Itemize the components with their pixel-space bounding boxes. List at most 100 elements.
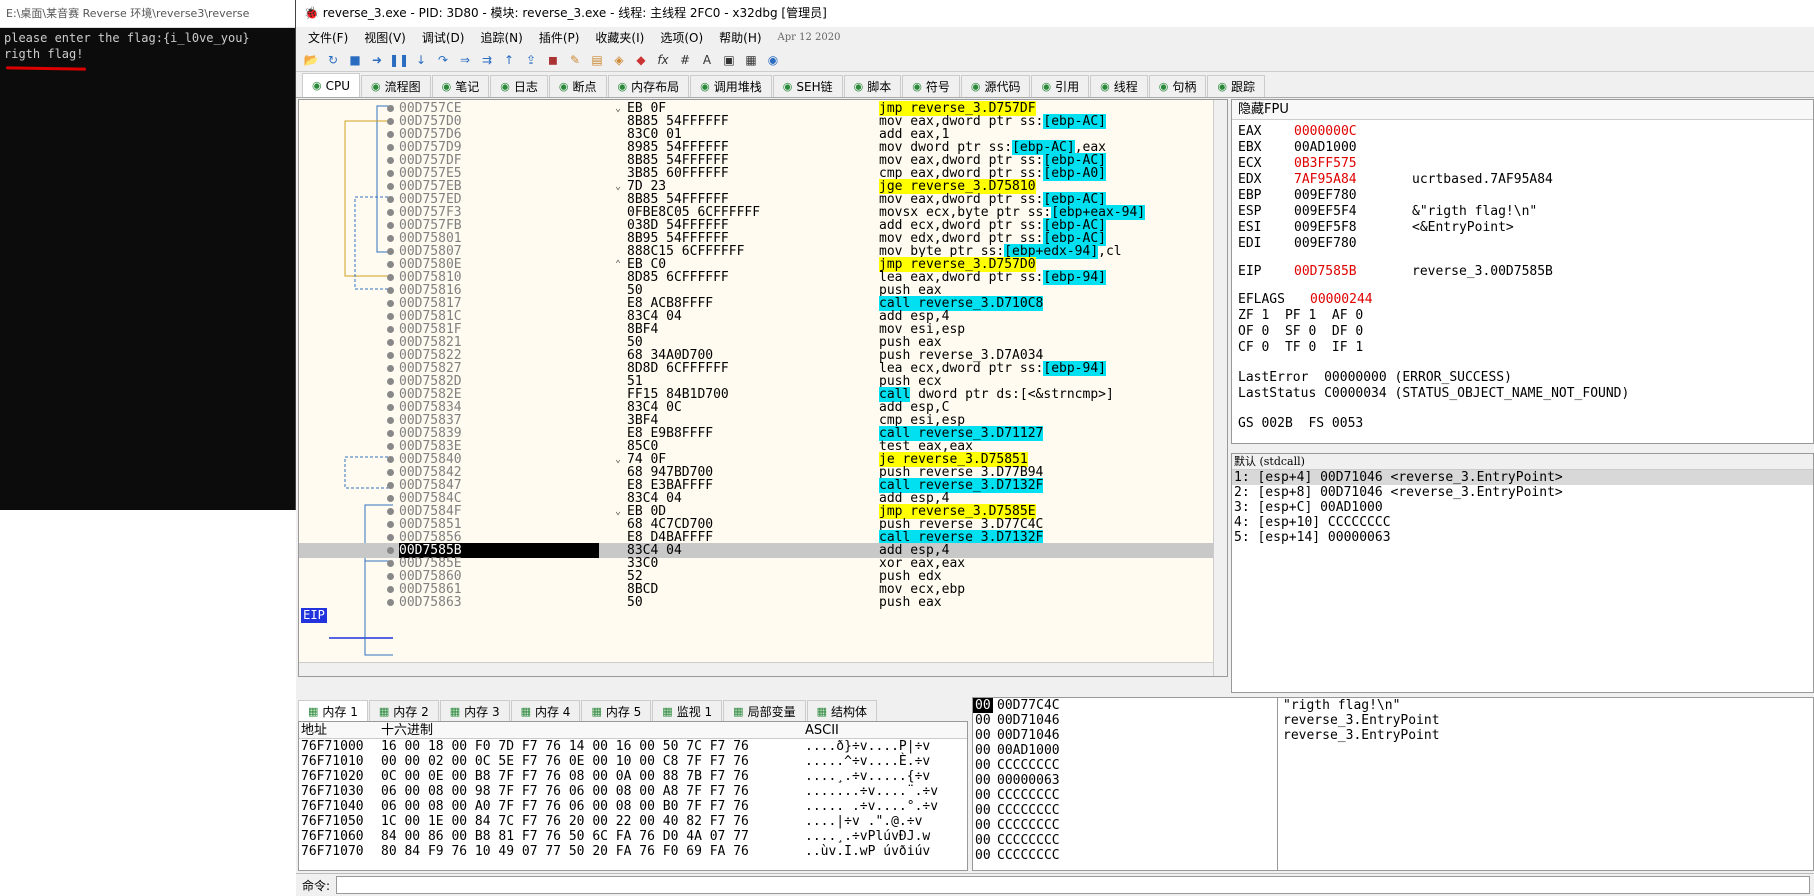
breakpoint-dot[interactable] <box>387 183 394 190</box>
flags-row[interactable]: ZF 1 PF 1 AF 0 <box>1238 308 1363 324</box>
menu-item[interactable]: 追踪(N) <box>472 29 530 46</box>
tab-5[interactable]: ◉ 内存布局 <box>607 75 690 97</box>
dump-row[interactable]: 76F71050 1C 00 1E 00 84 7C F7 76 20 00 22… <box>299 814 967 829</box>
dump-tab-2[interactable]: ▦ 内存 3 <box>439 700 510 721</box>
memory-dump-view[interactable]: 地址 十六进制 ASCII 76F71000 16 00 18 00 F0 7D … <box>298 721 968 871</box>
arg-row[interactable]: 1: [esp+4] 00D71046 <reverse_3.EntryPoin… <box>1232 470 1813 485</box>
dump-tab-0[interactable]: ▦ 内存 1 <box>298 700 368 721</box>
breakpoint-dot[interactable] <box>387 456 394 463</box>
breakpoint-dot[interactable] <box>387 430 394 437</box>
breakpoint-dot[interactable] <box>387 313 394 320</box>
dump-tab-6[interactable]: ▦ 局部变量 <box>723 700 806 721</box>
trace-into-icon[interactable]: ⇒ <box>456 51 474 69</box>
breakpoint-dot[interactable] <box>387 508 394 515</box>
label-icon[interactable]: ◈ <box>610 51 628 69</box>
breakpoint-dot[interactable] <box>387 469 394 476</box>
disasm-scrollbar[interactable] <box>1213 100 1227 676</box>
bookmark-icon[interactable]: ◆ <box>632 51 650 69</box>
arg-row[interactable]: 3: [esp+C] 00AD1000 <box>1232 500 1813 515</box>
execute-till-return-icon[interactable]: ↑ <box>500 51 518 69</box>
tab-4[interactable]: ◉ 断点 <box>548 75 607 97</box>
stack-row[interactable]: 00 00AD1000 <box>973 743 1813 758</box>
tab-7[interactable]: ◉ SEH链 <box>772 75 843 97</box>
patch-icon[interactable]: ✎ <box>566 51 584 69</box>
last-status-row[interactable]: LastStatus C0000034 (STATUS_OBJECT_NAME_… <box>1238 386 1629 402</box>
breakpoint-dot[interactable] <box>387 560 394 567</box>
menu-item[interactable]: 选项(O) <box>652 29 711 46</box>
breakpoint-dot[interactable] <box>387 339 394 346</box>
tab-8[interactable]: ◉ 脚本 <box>843 75 902 97</box>
breakpoint-dot[interactable] <box>387 287 394 294</box>
scylla-icon[interactable]: ◼ <box>544 51 562 69</box>
hash-icon[interactable]: # <box>676 51 694 69</box>
arg-row[interactable]: 5: [esp+14] 00000063 <box>1232 530 1813 545</box>
tab-3[interactable]: ◉ 日志 <box>490 75 548 97</box>
breakpoint-dot[interactable] <box>387 482 394 489</box>
register-row[interactable]: EDX 7AF95A84 ucrtbased.7AF95A84 <box>1238 172 1553 188</box>
stack-row[interactable]: 00 00D71046 reverse_3.EntryPoint <box>973 728 1813 743</box>
restart-icon[interactable]: ↻ <box>324 51 342 69</box>
breakpoint-dot[interactable] <box>387 105 394 112</box>
comment-icon[interactable]: ▤ <box>588 51 606 69</box>
tab-2[interactable]: ◉ 笔记 <box>431 75 490 97</box>
dump-row[interactable]: 76F71040 06 00 08 00 A0 7F F7 76 06 00 08… <box>299 799 967 814</box>
disasm-hscrollbar[interactable] <box>299 662 1213 676</box>
last-error-row[interactable]: LastError 00000000 (ERROR_SUCCESS) <box>1238 370 1512 386</box>
stack-row[interactable]: 00 CCCCCCCC <box>973 803 1813 818</box>
dump-tab-4[interactable]: ▦ 内存 5 <box>581 700 652 721</box>
dump-tab-3[interactable]: ▦ 内存 4 <box>510 700 581 721</box>
breakpoint-dot[interactable] <box>387 547 394 554</box>
command-input[interactable] <box>336 876 1810 894</box>
breakpoint-dot[interactable] <box>387 300 394 307</box>
stack-view[interactable]: 00 00D77C4C "rigth flag!\n" 00 00D71046 rever… <box>972 697 1814 871</box>
menu-item[interactable]: 收藏夹(I) <box>587 29 652 46</box>
breakpoint-dot[interactable] <box>387 326 394 333</box>
flags-row[interactable]: OF 0 SF 0 DF 0 <box>1238 324 1363 340</box>
dump-row[interactable]: 76F71000 16 00 18 00 F0 7D F7 76 14 00 16… <box>299 739 967 754</box>
call-args-panel[interactable]: 默认 (stdcall) 1: [esp+4] 00D71046 <revers… <box>1231 453 1814 693</box>
run-to-user-code-icon[interactable]: ⇪ <box>522 51 540 69</box>
stack-row[interactable]: 00 00000063 <box>973 773 1813 788</box>
calculator-icon[interactable]: ▦ <box>742 51 760 69</box>
stack-row[interactable]: 00 CCCCCCCC <box>973 818 1813 833</box>
step-into-icon[interactable]: ↓ <box>412 51 430 69</box>
breakpoint-dot[interactable] <box>387 222 394 229</box>
breakpoint-dot[interactable] <box>387 261 394 268</box>
breakpoint-dot[interactable] <box>387 573 394 580</box>
registers-panel[interactable]: 隐藏FPU EAX 0000000C EBX 00AD1000 ECX 0B3FF575 E… <box>1231 99 1814 444</box>
register-row[interactable]: ECX 0B3FF575 <box>1238 156 1412 172</box>
flags-row[interactable]: CF 0 TF 0 IF 1 <box>1238 340 1363 356</box>
step-over-icon[interactable]: ↷ <box>434 51 452 69</box>
register-row[interactable]: EAX 0000000C <box>1238 124 1412 140</box>
pause-icon[interactable]: ❚❚ <box>389 51 409 69</box>
register-row[interactable]: ESI 009EF5F8 <&EntryPoint> <box>1238 220 1514 236</box>
font-icon[interactable]: A <box>698 51 716 69</box>
breakpoint-dot[interactable] <box>387 352 394 359</box>
run-icon[interactable]: ➜ <box>368 51 386 69</box>
strings-icon[interactable]: ▣ <box>720 51 738 69</box>
menu-item[interactable]: 插件(P) <box>531 29 588 46</box>
tab-11[interactable]: ◉ 引用 <box>1031 75 1090 97</box>
segment-row[interactable]: GS 002B FS 0053 <box>1238 416 1363 432</box>
breakpoint-dot[interactable] <box>387 118 394 125</box>
dump-row[interactable]: 76F71030 06 00 08 00 98 7F F7 76 06 00 08… <box>299 784 967 799</box>
register-row[interactable]: EDI 009EF780 <box>1238 236 1412 252</box>
menu-item[interactable]: 文件(F) <box>300 29 356 46</box>
breakpoint-dot[interactable] <box>387 274 394 281</box>
breakpoint-dot[interactable] <box>387 170 394 177</box>
stack-row[interactable]: 00 CCCCCCCC <box>973 833 1813 848</box>
dump-tab-1[interactable]: ▦ 内存 2 <box>368 700 439 721</box>
breakpoint-dot[interactable] <box>387 534 394 541</box>
tab-14[interactable]: ◉ 跟踪 <box>1207 75 1265 97</box>
tab-6[interactable]: ◉ 调用堆栈 <box>690 75 772 97</box>
breakpoint-dot[interactable] <box>387 248 394 255</box>
breakpoint-dot[interactable] <box>387 586 394 593</box>
dump-row[interactable]: 76F71070 80 84 F9 76 10 49 07 77 50 20 FA… <box>299 844 967 859</box>
breakpoint-dot[interactable] <box>387 235 394 242</box>
disassembly-view[interactable]: 00D757CE ⌄ EB 0F jmp reverse_3.D757DF 00D757… <box>298 99 1228 677</box>
breakpoint-dot[interactable] <box>387 417 394 424</box>
menu-item[interactable]: 视图(V) <box>356 29 414 46</box>
stack-row[interactable]: 00 00D71046 reverse_3.EntryPoint <box>973 713 1813 728</box>
tab-10[interactable]: ◉ 源代码 <box>960 75 1031 97</box>
register-row[interactable]: EBX 00AD1000 <box>1238 140 1412 156</box>
